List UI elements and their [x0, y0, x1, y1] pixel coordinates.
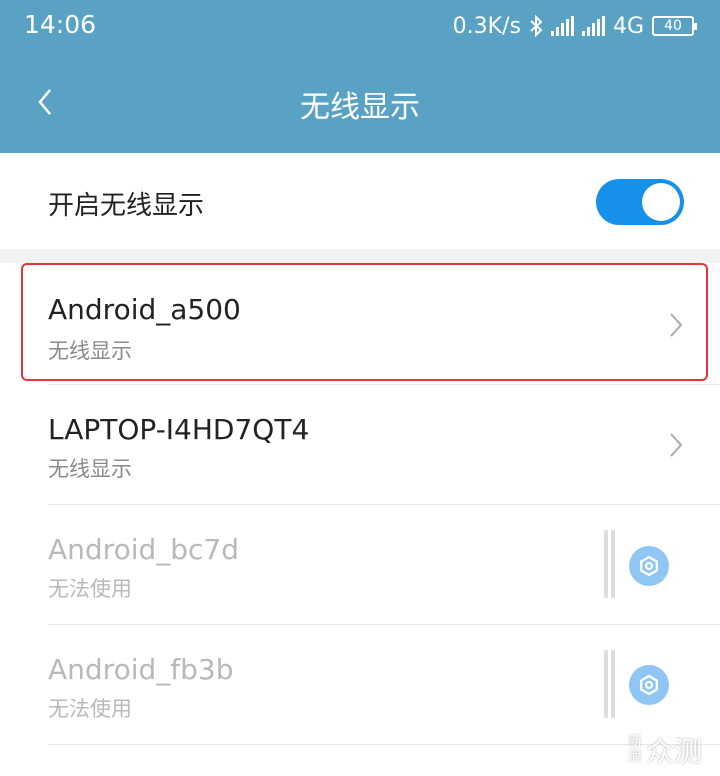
status-bar: 14:06 0.3K/s 4G 40 [0, 0, 720, 52]
device-status: 无法使用 [48, 697, 132, 721]
device-status: 无法使用 [48, 577, 132, 601]
wireless-display-switch[interactable] [596, 179, 684, 225]
battery-level: 40 [664, 18, 682, 34]
device-name: Android_fb3b [48, 653, 234, 686]
status-time: 14:06 [24, 10, 97, 39]
signal-icon [550, 16, 574, 36]
device-name: LAPTOP-I4HD7QT4 [48, 413, 310, 446]
app-header: 14:06 0.3K/s 4G 40 无线显示 [0, 0, 720, 153]
device-settings-button[interactable] [629, 665, 669, 705]
network-type: 4G [612, 13, 644, 39]
divider-bar [611, 650, 615, 718]
page-title: 无线显示 [300, 90, 420, 125]
watermark-large: 众测 [646, 735, 703, 768]
net-speed: 0.3K/s [452, 13, 521, 39]
chevron-right-icon [670, 433, 683, 457]
device-status: 无线显示 [48, 457, 132, 481]
divider [48, 744, 720, 745]
watermark: 新浪 众测 [628, 728, 720, 772]
toggle-label: 开启无线显示 [48, 191, 205, 221]
bluetooth-icon [529, 15, 543, 37]
hd-signal-icon [581, 16, 605, 36]
device-name: Android_bc7d [48, 533, 240, 566]
divider-bar [604, 650, 608, 718]
divider-bar [611, 530, 615, 598]
battery-icon: 40 [652, 16, 697, 36]
device-settings-button[interactable] [629, 546, 669, 586]
watermark-small: 新浪 [628, 734, 642, 765]
device-item-laptop[interactable]: LAPTOP-I4HD7QT4 无线显示 [0, 385, 720, 505]
switch-knob [642, 183, 680, 221]
selection-highlight [21, 263, 708, 381]
status-icons: 0.3K/s 4G 40 [452, 8, 697, 44]
gear-icon [640, 555, 658, 577]
section-gap [0, 249, 720, 263]
divider-bar [604, 530, 608, 598]
gear-icon [640, 674, 658, 696]
